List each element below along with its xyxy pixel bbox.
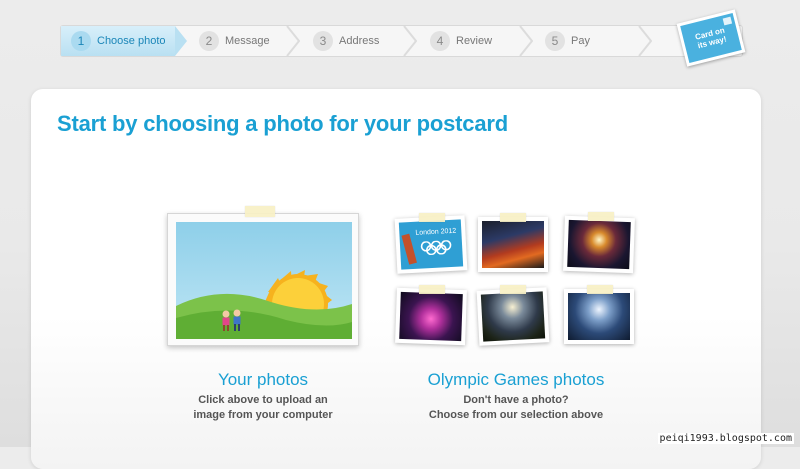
chevron-divider-icon <box>286 26 300 56</box>
upload-photo-placeholder[interactable] <box>167 213 359 346</box>
thumbnail-caption: London 2012 <box>415 227 457 237</box>
tape-decoration <box>587 285 613 294</box>
chevron-divider-icon <box>519 26 533 56</box>
watermark-text: peiqi1993.blogspot.com <box>657 433 794 444</box>
olympic-photos-description: Don't have a photo? Choose from our sele… <box>406 393 626 423</box>
step-number: 4 <box>430 31 450 51</box>
tape-decoration <box>500 285 526 294</box>
step-number: 5 <box>545 31 565 51</box>
olympic-photos-title[interactable]: Olympic Games photos <box>406 370 626 390</box>
olympic-rings-logo <box>420 239 461 256</box>
step-choose-photo[interactable]: 1 Choose photo <box>61 26 175 56</box>
step-label: Address <box>339 35 380 47</box>
step-review[interactable]: 4 Review <box>430 26 492 56</box>
step-label: Message <box>225 35 270 47</box>
chevron-divider-icon <box>403 26 417 56</box>
step-number: 1 <box>71 31 91 51</box>
olympic-photo-thumbnail[interactable] <box>395 287 467 346</box>
tape-decoration <box>419 213 445 222</box>
step-number: 2 <box>199 31 219 51</box>
page-title: Start by choosing a photo for your postc… <box>57 111 508 136</box>
tape-decoration <box>588 212 614 221</box>
envelope-icon <box>722 16 733 26</box>
tape-decoration <box>245 206 275 217</box>
card-on-its-way-stamp: Card on its way! <box>676 9 746 67</box>
step-label: Pay <box>571 35 590 47</box>
main-panel: Start by choosing a photo for your postc… <box>31 89 761 469</box>
tape-decoration <box>419 285 445 294</box>
chevron-divider-icon <box>175 26 187 56</box>
progress-steps: 1 Choose photo 2 Message 3 Address 4 Rev… <box>60 25 743 57</box>
landscape-illustration <box>176 222 352 339</box>
olympic-photo-thumbnail[interactable] <box>564 289 634 344</box>
olympic-photos-line-2: Choose from our selection above <box>428 409 604 421</box>
step-pay[interactable]: 5 Pay <box>545 26 590 56</box>
olympic-photo-thumbnail[interactable]: London 2012 <box>394 215 468 274</box>
step-number: 3 <box>313 31 333 51</box>
your-photos-description: Click above to upload an image from your… <box>163 393 363 423</box>
olympic-photos-line-1: Don't have a photo? <box>463 394 569 406</box>
step-message[interactable]: 2 Message <box>199 26 270 56</box>
your-photos-line-1: Click above to upload an <box>198 394 328 406</box>
olympic-photo-thumbnail[interactable] <box>476 287 550 346</box>
your-photos-line-2: image from your computer <box>193 409 333 421</box>
step-label: Review <box>456 35 493 47</box>
tape-decoration <box>500 213 526 222</box>
chevron-divider-icon <box>638 26 652 56</box>
olympic-photo-thumbnail[interactable] <box>478 217 548 272</box>
your-photos-title[interactable]: Your photos <box>183 370 343 390</box>
olympic-photo-thumbnail[interactable] <box>563 215 635 274</box>
step-address[interactable]: 3 Address <box>313 26 379 56</box>
step-label: Choose photo <box>97 35 166 47</box>
